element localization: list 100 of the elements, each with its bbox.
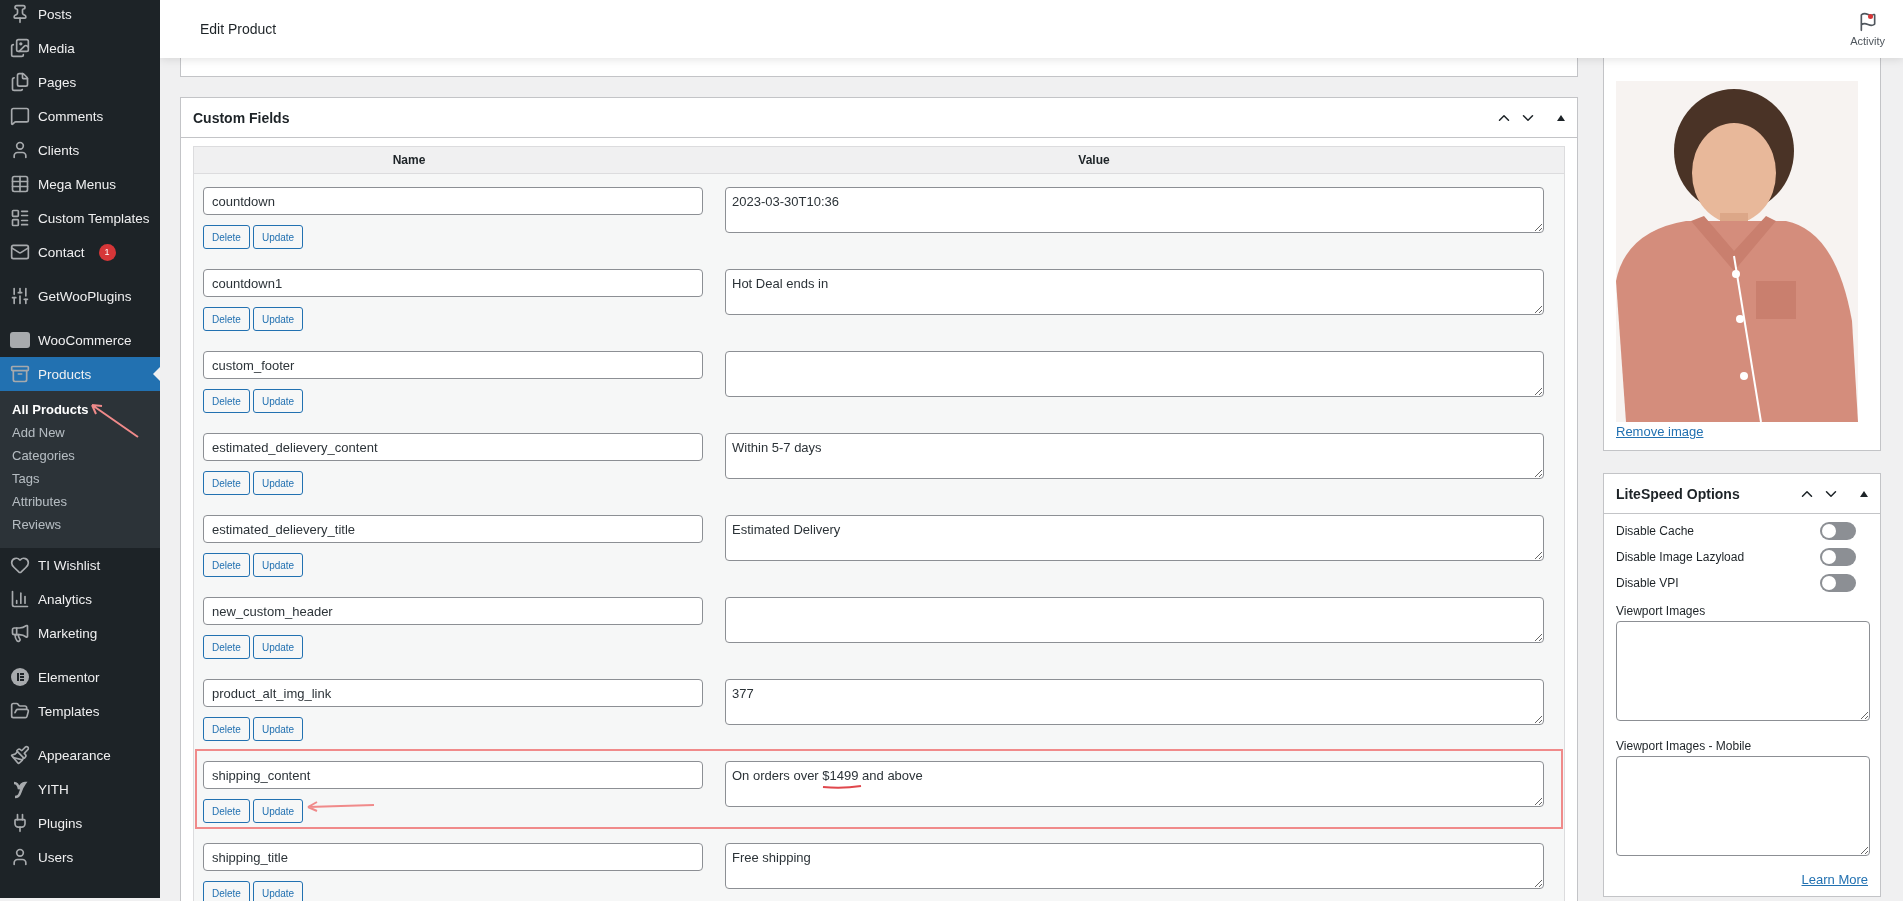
delete-button[interactable]: Delete xyxy=(203,717,250,741)
paintbrush-icon xyxy=(10,745,30,765)
update-button[interactable]: Update xyxy=(252,799,304,823)
name-field[interactable]: countdown1 xyxy=(203,269,703,297)
update-button[interactable]: Update xyxy=(252,881,304,901)
name-field[interactable]: custom_footer xyxy=(203,351,703,379)
pages-icon xyxy=(10,72,30,92)
menu-item[interactable]: Media xyxy=(0,31,160,65)
underline-mark xyxy=(822,784,862,790)
menu-item[interactable]: Templates xyxy=(0,694,160,728)
delete-button[interactable]: Delete xyxy=(203,635,250,659)
pin-icon xyxy=(10,4,30,24)
delete-button[interactable]: Delete xyxy=(203,881,250,901)
name-field[interactable]: estimated_delievery_title xyxy=(203,515,703,543)
remove-image-link[interactable]: Remove image xyxy=(1616,424,1704,439)
update-button[interactable]: Update xyxy=(252,471,304,495)
value-field[interactable]: 2023-03-30T10:36 xyxy=(725,187,1544,233)
bar-chart-icon xyxy=(10,589,30,609)
mail-icon xyxy=(10,242,30,262)
speech-bubble-icon xyxy=(10,106,30,126)
toggle-switch[interactable] xyxy=(1820,548,1856,566)
name-field[interactable]: new_custom_header xyxy=(203,597,703,625)
text-area[interactable] xyxy=(1616,756,1870,856)
folder-icon xyxy=(10,701,30,721)
menu-item[interactable]: Plugins xyxy=(0,806,160,840)
delete-button[interactable]: Delete xyxy=(203,225,250,249)
name-field[interactable]: product_alt_img_link xyxy=(203,679,703,707)
menu-item[interactable]: Analytics xyxy=(0,582,160,616)
toggle-switch[interactable] xyxy=(1820,522,1856,540)
name-field[interactable]: estimated_delievery_content xyxy=(203,433,703,461)
menu-item[interactable]: Custom Templates xyxy=(0,201,160,235)
menu-item[interactable]: Products xyxy=(0,357,160,391)
name-field[interactable]: countdown xyxy=(203,187,703,215)
menu-item[interactable]: Appearance xyxy=(0,738,160,772)
submenu-item[interactable]: Attributes xyxy=(0,490,160,513)
update-button[interactable]: Update xyxy=(252,225,304,249)
update-button[interactable]: Update xyxy=(252,307,304,331)
menu-item[interactable]: Elementor xyxy=(0,660,160,694)
submenu-item[interactable]: Tags xyxy=(0,467,160,490)
value-field[interactable]: 377 xyxy=(725,679,1544,725)
submenu-item[interactable]: Add New xyxy=(0,421,160,444)
update-button[interactable]: Update xyxy=(252,389,304,413)
sliders-icon xyxy=(10,286,30,306)
toggle-label: Disable Image Lazyload xyxy=(1616,550,1745,564)
collapse-icon[interactable] xyxy=(1860,490,1868,497)
table-icon xyxy=(10,174,30,194)
delete-button[interactable]: Delete xyxy=(203,389,250,413)
toggle-switch[interactable] xyxy=(1820,574,1856,592)
menu-item[interactable]: Mega Menus xyxy=(0,167,160,201)
delete-button[interactable]: Delete xyxy=(203,307,250,331)
name-field[interactable]: shipping_title xyxy=(203,843,703,871)
menu-item[interactable]: GetWooPlugins xyxy=(0,279,160,313)
update-button[interactable]: Update xyxy=(252,553,304,577)
megaphone-icon xyxy=(10,623,30,643)
heart-icon xyxy=(10,555,30,575)
value-field[interactable]: Free shipping xyxy=(725,843,1544,889)
value-field[interactable]: Within 5-7 days xyxy=(725,433,1544,479)
field-label: Viewport Images xyxy=(1616,604,1707,618)
toggle-label: Disable Cache xyxy=(1616,524,1695,538)
update-button[interactable]: Update xyxy=(252,717,304,741)
field-label: Viewport Images - Mobile xyxy=(1616,739,1753,753)
learn-more-link[interactable]: Learn More xyxy=(1801,872,1868,887)
delete-button[interactable]: Delete xyxy=(203,553,250,577)
delete-button[interactable]: Delete xyxy=(203,471,250,495)
images-icon xyxy=(10,38,30,58)
annotation-arrow xyxy=(306,799,376,813)
value-field[interactable]: Estimated Delivery xyxy=(725,515,1544,561)
value-field[interactable] xyxy=(725,351,1544,397)
menu-item[interactable]: TI Wishlist xyxy=(0,548,160,582)
submenu-item[interactable]: Categories xyxy=(0,444,160,467)
value-field[interactable] xyxy=(725,597,1544,643)
name-field[interactable]: shipping_content xyxy=(203,761,703,789)
circle-icon xyxy=(10,667,30,687)
menu-item[interactable]: Comments xyxy=(0,99,160,133)
layout-icon xyxy=(10,208,30,228)
menu-item[interactable]: Clients xyxy=(0,133,160,167)
box-icon xyxy=(10,364,30,384)
activity-button[interactable]: Activity xyxy=(1850,11,1885,47)
text-area[interactable] xyxy=(1616,621,1870,721)
menu-item[interactable]: Pages xyxy=(0,65,160,99)
panel-title: LiteSpeed Options xyxy=(1616,485,1740,502)
toggle-label: Disable VPI xyxy=(1616,576,1679,590)
count-badge: 1 xyxy=(98,243,116,261)
delete-button[interactable]: Delete xyxy=(203,799,250,823)
submenu-item[interactable]: Reviews xyxy=(0,513,160,536)
menu-item[interactable]: Marketing xyxy=(0,616,160,650)
menu-item[interactable]: Contact 1 xyxy=(0,235,160,269)
person-icon xyxy=(10,140,30,160)
menu-item[interactable]: WooCommerce xyxy=(0,323,160,357)
menu-item[interactable]: YITH xyxy=(0,772,160,806)
page-title: Edit Product xyxy=(200,21,277,37)
update-button[interactable]: Update xyxy=(252,635,304,659)
collapse-icon[interactable] xyxy=(1557,114,1565,121)
submenu-item[interactable]: All Products xyxy=(0,398,160,421)
column-header: Value xyxy=(1077,153,1111,167)
menu-item[interactable]: Users xyxy=(0,840,160,874)
panel-title: Custom Fields xyxy=(193,109,290,126)
menu-item[interactable]: Posts xyxy=(0,0,160,31)
value-field[interactable]: On orders over $1499 and above xyxy=(725,761,1544,807)
value-field[interactable]: Hot Deal ends in xyxy=(725,269,1544,315)
